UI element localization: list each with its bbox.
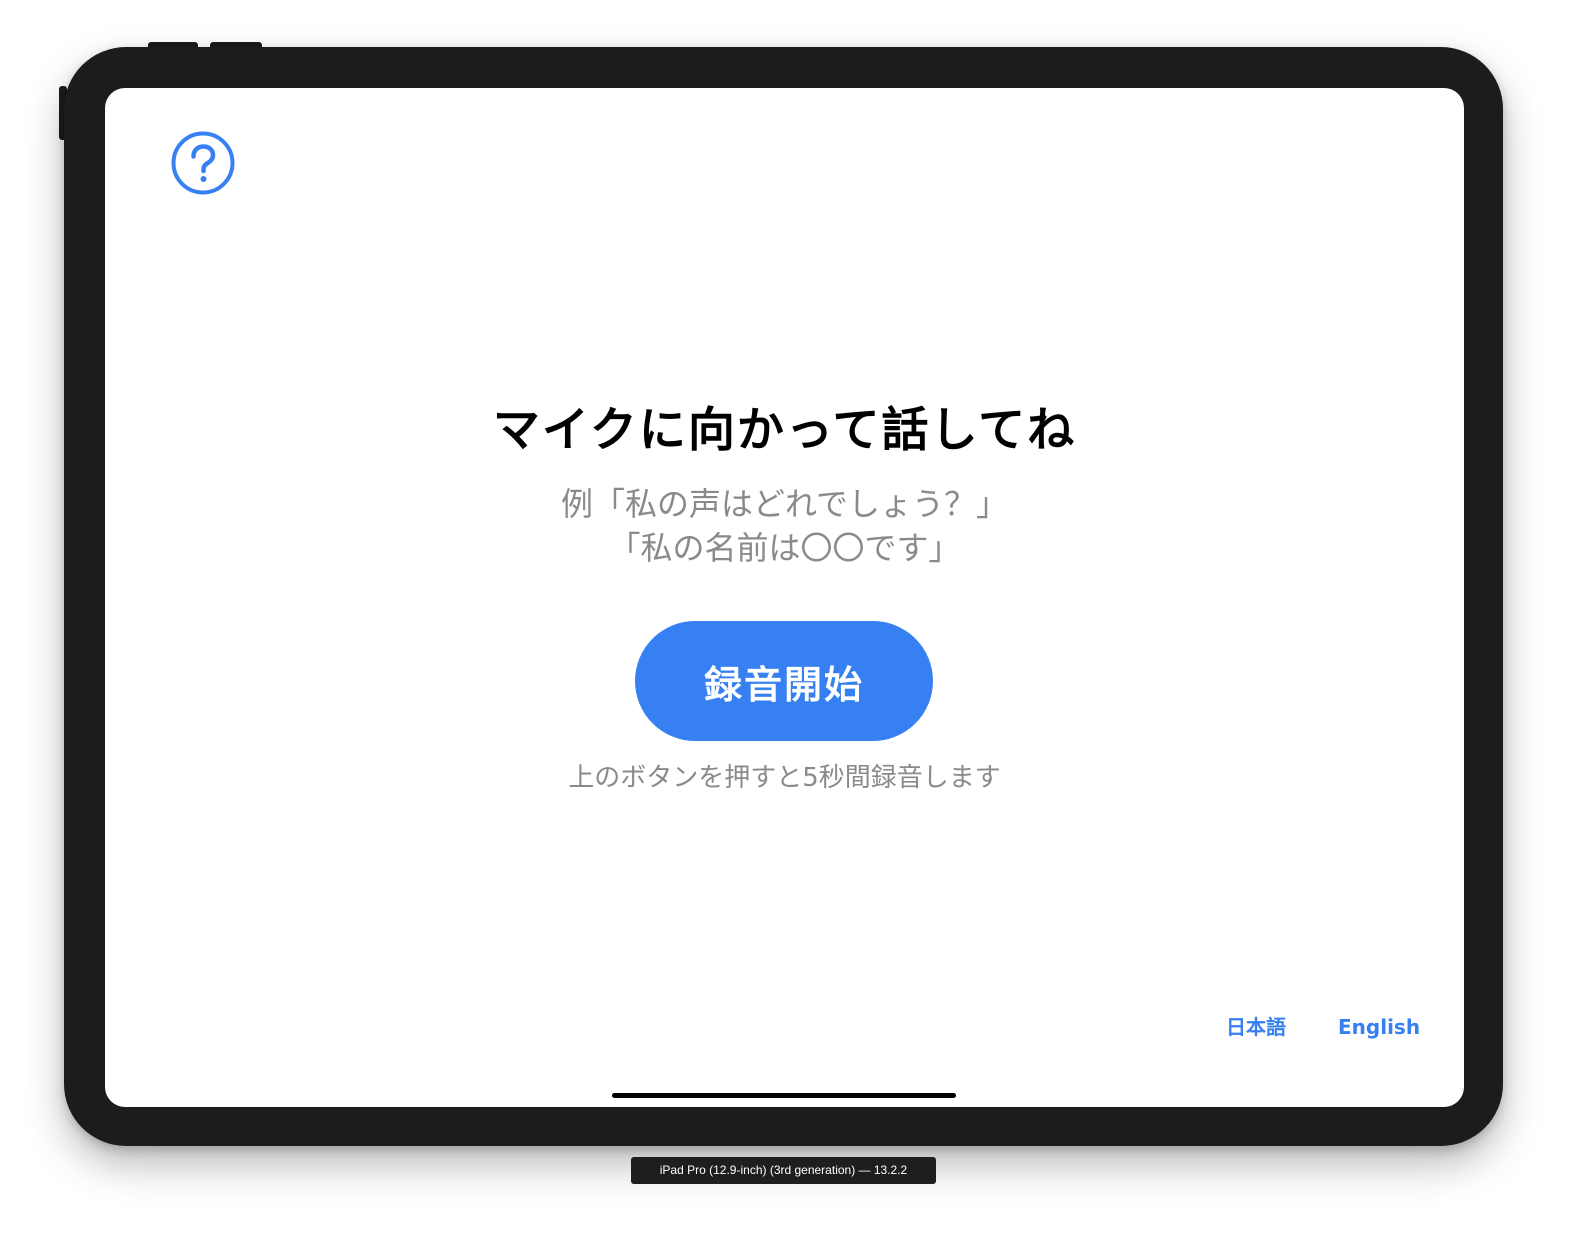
recording-hint: 上のボタンを押すと5秒間録音します	[568, 763, 1001, 793]
language-japanese-button[interactable]: 日本語	[1226, 1012, 1286, 1042]
language-english-button[interactable]: English	[1338, 1012, 1420, 1042]
example-text: 例「私の声はどれでしょう？」 「私の名前は〇〇です」	[105, 482, 1464, 570]
start-recording-button[interactable]: 録音開始	[635, 621, 933, 741]
app-screen: マイクに向かって話してね 例「私の声はどれでしょう？」 「私の名前は〇〇です」 …	[105, 88, 1464, 1107]
page-title: マイクに向かって話してね	[492, 403, 1077, 458]
home-indicator[interactable]	[612, 1093, 956, 1098]
question-circle-icon	[171, 131, 235, 195]
example-line-1: 例「私の声はどれでしょう？」	[560, 485, 1009, 523]
example-line-2: 「私の名前は〇〇です」	[608, 529, 961, 567]
help-button[interactable]	[171, 131, 235, 195]
simulator-device-label: iPad Pro (12.9-inch) (3rd generation) — …	[631, 1157, 936, 1184]
